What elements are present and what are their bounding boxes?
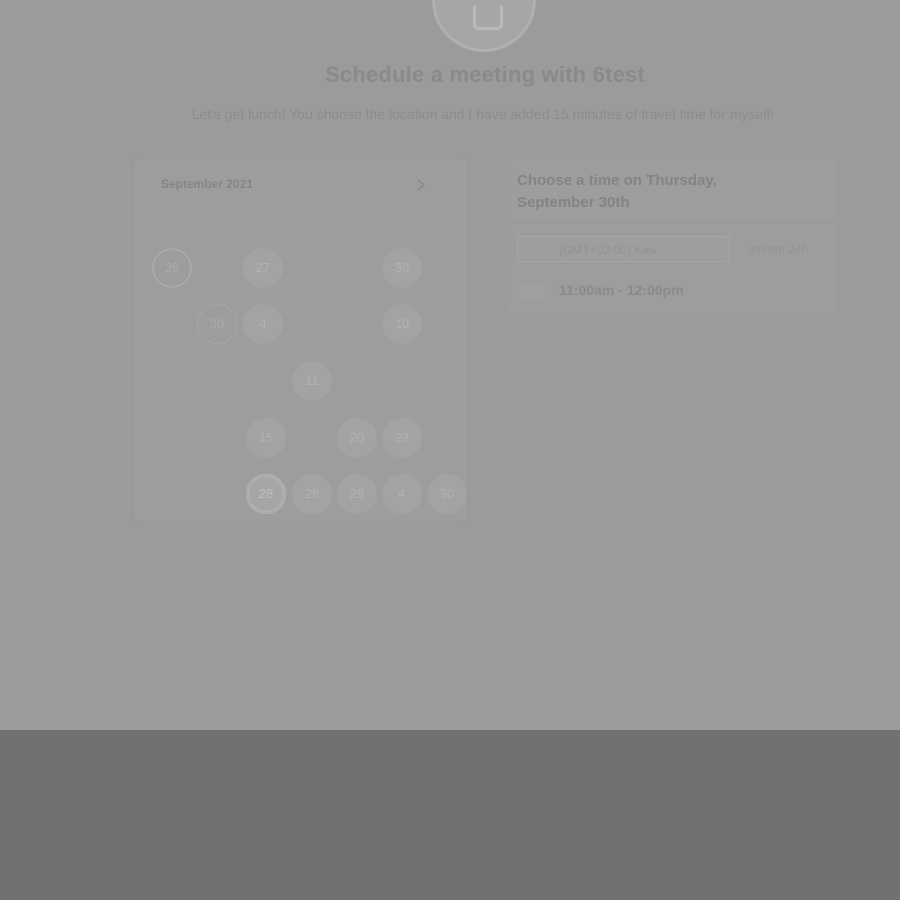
calendar-day[interactable]: 28 xyxy=(292,474,332,514)
calendar-day-selected[interactable]: 28 xyxy=(246,474,286,514)
time-selection-card: Choose a time on Thursday, September 30t… xyxy=(506,158,836,312)
calendar-day[interactable]: 4 xyxy=(382,474,422,514)
page-background: Schedule a meeting with 6test Let's get … xyxy=(0,0,900,730)
time-card-title: Choose a time on Thursday, September 30t… xyxy=(517,170,777,214)
clock-icon xyxy=(519,283,545,299)
weekday-header-row xyxy=(148,215,458,229)
avatar-icon xyxy=(473,5,503,30)
calendar-day[interactable]: 30 xyxy=(197,304,237,344)
calendar-day[interactable]: 15 xyxy=(246,418,286,458)
caret-down-icon xyxy=(713,247,719,251)
calendar-day[interactable]: 10 xyxy=(382,304,422,344)
calendar-card: September 2021 26 27 30 30 4 10 11 15 20… xyxy=(134,158,467,522)
calendar-day[interactable]: 30 xyxy=(427,474,467,514)
event-description: Let's get lunch! You choose the location… xyxy=(191,106,775,122)
time-card-header: Choose a time on Thursday, September 30t… xyxy=(506,158,836,223)
time-card-title-line2: September 30th xyxy=(517,194,630,211)
timezone-select[interactable]: (GMT+03:00) Kiev xyxy=(517,236,730,262)
calendar-day[interactable]: 4 xyxy=(243,304,283,344)
page-title: Schedule a meeting with 6test xyxy=(325,62,645,87)
calendar-day[interactable]: 20 xyxy=(337,418,377,458)
timezone-value: (GMT+03:00) Kiev xyxy=(559,243,658,257)
calendar-day[interactable]: 11 xyxy=(292,361,332,401)
calendar-day[interactable]: 26 xyxy=(152,248,192,288)
host-avatar xyxy=(432,0,536,52)
calendar-day[interactable]: 27 xyxy=(243,248,283,288)
time-slot-button[interactable]: 11:00am - 12:00pm xyxy=(559,282,684,298)
next-month-button[interactable] xyxy=(416,178,430,194)
calendar-day[interactable]: 29 xyxy=(337,474,377,514)
calendar-day[interactable]: 30 xyxy=(382,248,422,288)
footer-overlay xyxy=(0,730,900,900)
time-card-title-line1: Choose a time on Thursday, xyxy=(517,172,717,189)
chevron-right-icon xyxy=(417,179,426,191)
time-format-toggle[interactable]: am/pm 24h xyxy=(748,242,808,256)
calendar-day[interactable]: 23 xyxy=(382,418,422,458)
calendar-month-label: September 2021 xyxy=(161,177,254,191)
